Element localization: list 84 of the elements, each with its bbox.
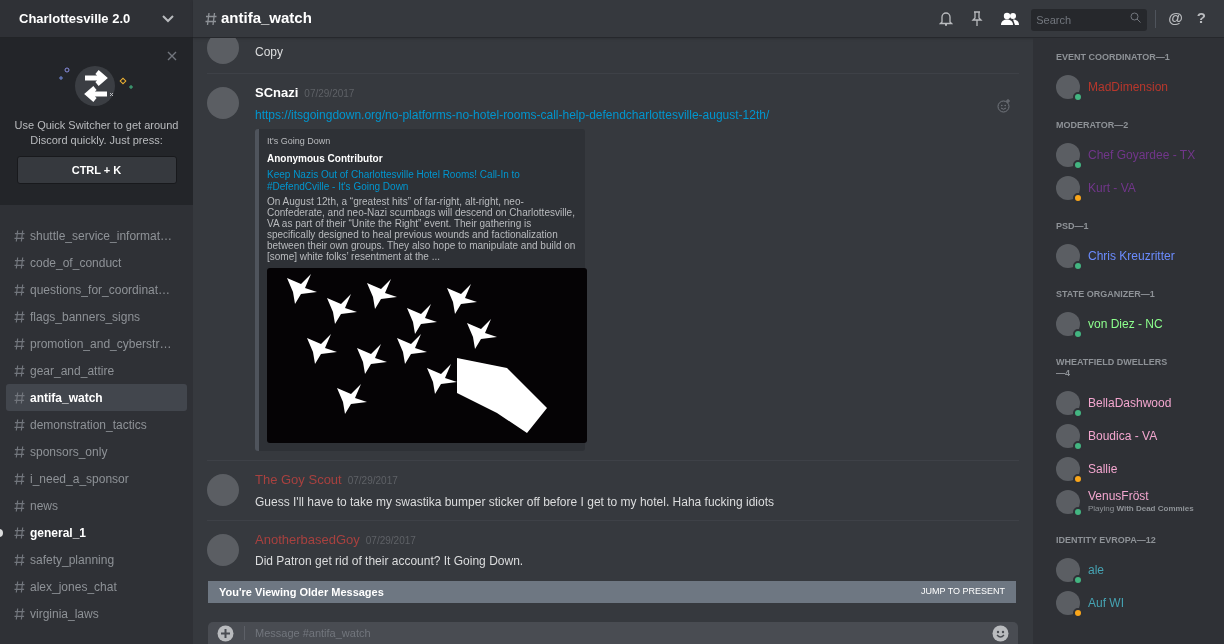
search-field[interactable]: Search xyxy=(1031,8,1148,31)
avatar[interactable] xyxy=(1056,312,1080,336)
member-name[interactable]: Chris Kreuzritter xyxy=(1088,249,1175,263)
hash-icon xyxy=(14,444,25,459)
role-heading: WHEATFIELD DWELLERS—4 xyxy=(1056,357,1169,379)
channel-item[interactable]: news xyxy=(6,492,187,519)
hash-icon xyxy=(14,579,25,594)
member-name[interactable]: von Diez - NC xyxy=(1088,317,1163,331)
add-icon[interactable] xyxy=(217,624,234,642)
hash-icon xyxy=(14,552,25,567)
search-icon xyxy=(1130,11,1142,23)
hash-icon xyxy=(14,336,25,351)
mention-icon[interactable]: @ xyxy=(1168,7,1183,30)
role-heading: PSD—1 xyxy=(1056,221,1090,232)
bell-icon[interactable] xyxy=(939,10,954,27)
member-activity: Playing With Dead Commies xyxy=(1088,503,1194,515)
channel-item[interactable]: code_of_conduct xyxy=(6,249,187,276)
channel-item[interactable]: questions_for_coordinat… xyxy=(6,276,187,303)
avatar[interactable] xyxy=(1056,391,1080,415)
avatar[interactable] xyxy=(1056,143,1080,167)
channel-item[interactable]: shuttle_service_informat… xyxy=(6,222,187,249)
embed-provider: It's Going Down xyxy=(267,134,332,148)
help-icon[interactable]: ? xyxy=(1196,7,1206,30)
hash-icon xyxy=(14,417,25,432)
server-name: Charlottesville 2.0 xyxy=(19,9,131,28)
role-heading: STATE ORGANIZER—1 xyxy=(1056,289,1156,300)
hash-icon xyxy=(14,309,25,324)
people-icon[interactable] xyxy=(1001,11,1020,26)
channel-item[interactable]: alex_jones_chat xyxy=(6,573,187,600)
member-name[interactable]: VenusFröst xyxy=(1088,489,1194,503)
role-heading: IDENTITY EVROPA—12 xyxy=(1056,535,1157,546)
hash-icon xyxy=(14,606,25,621)
pin-icon[interactable] xyxy=(971,10,984,27)
member-name[interactable]: BellaDashwood xyxy=(1088,396,1172,410)
avatar[interactable] xyxy=(1056,176,1080,200)
avatar[interactable] xyxy=(1056,75,1080,99)
member-name[interactable]: Auf WI xyxy=(1088,596,1124,610)
chevron-down-icon xyxy=(162,14,174,23)
channel-item[interactable]: sponsors_only xyxy=(6,438,187,465)
avatar[interactable] xyxy=(1056,558,1080,582)
older-messages-notice: You're Viewing Older Messages xyxy=(219,584,384,600)
avatar[interactable] xyxy=(1056,490,1080,514)
hash-icon xyxy=(14,363,25,378)
hash-icon xyxy=(14,471,25,486)
role-heading: EVENT COORDINATOR—1 xyxy=(1056,52,1171,63)
member-name[interactable]: MadDimension xyxy=(1088,80,1169,94)
member-name[interactable]: Sallie xyxy=(1088,462,1118,476)
message-text: Did Patron get rid of their account? It Going Down. xyxy=(255,553,525,570)
channel-item[interactable]: flags_banners_signs xyxy=(6,303,187,330)
avatar[interactable] xyxy=(1056,457,1080,481)
hash-icon xyxy=(14,255,25,270)
channel-item[interactable]: gear_and_attire xyxy=(6,357,187,384)
quick-switcher-hint: Use Quick Switcher to get around Discord quickly. Just press: xyxy=(13,118,180,148)
emoji-icon[interactable] xyxy=(992,624,1009,642)
avatar[interactable] xyxy=(1056,591,1080,615)
avatar[interactable] xyxy=(1056,244,1080,268)
channel-item[interactable]: safety_planning xyxy=(6,546,187,573)
channel-item[interactable]: demonstration_tactics xyxy=(6,411,187,438)
hash-icon xyxy=(14,228,25,243)
channel-title: antifa_watch xyxy=(221,8,312,29)
member-name[interactable]: Boudica - VA xyxy=(1088,429,1158,443)
channel-item[interactable]: promotion_and_cyberstr… xyxy=(6,330,187,357)
author-name[interactable]: SCnazi xyxy=(255,83,299,103)
channel-item[interactable]: virginia_laws xyxy=(6,600,187,627)
close-icon[interactable] xyxy=(167,51,177,61)
member-name[interactable]: ale xyxy=(1088,563,1104,577)
jump-to-present-link[interactable]: JUMP TO PRESENT xyxy=(920,585,1005,599)
shortcut-key: CTRL + K xyxy=(16,156,177,184)
embed-title[interactable]: Keep Nazis Out of Charlottesville Hotel Rooms! Call-In to #DefendCville - It's Going Down xyxy=(267,169,577,193)
message-text: Guess I'll have to take my swastika bumper sticker off before I get to my hotel. Haha fucking idiots xyxy=(255,493,775,511)
channel-item[interactable]: antifa_watch xyxy=(6,384,187,411)
hash-icon xyxy=(205,11,217,26)
role-heading: MODERATOR—2 xyxy=(1056,120,1130,131)
channel-item[interactable]: i_need_a_sponsor xyxy=(6,465,187,492)
hash-icon xyxy=(14,390,25,405)
hash-icon xyxy=(14,498,25,513)
message-text: Copy xyxy=(255,44,284,61)
channel-item[interactable]: general_1 xyxy=(6,519,187,546)
avatar[interactable] xyxy=(1056,424,1080,448)
embed-description: On August 12th, a “greatest hits” of far-right, alt-right, neo-Confederate, and neo-Nazi scumbags will descend on Charlottesville, VA as part of their “Unite the Right” event. Their gathering is specifically designed to heal previous wounds and factionalization between their own groups. They also hope to manipulate and build on [some] white folks’ resentment at the ... xyxy=(267,196,577,262)
hash-icon xyxy=(14,525,25,540)
hash-icon xyxy=(14,282,25,297)
embed-author: Anonymous Contributor xyxy=(267,152,384,166)
message-link[interactable]: https://itsgoingdown.org/no-platforms-no-hotel-rooms-call-help-defendcharlottesville-august-12th/ xyxy=(255,105,1019,124)
